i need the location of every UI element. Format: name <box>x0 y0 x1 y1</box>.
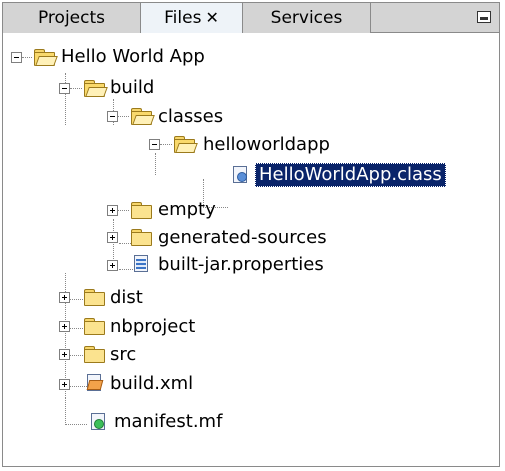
tree-item-manifest-mf[interactable]: manifest.mf <box>114 410 222 434</box>
folder-icon <box>130 201 152 219</box>
ant-build-file-icon <box>83 374 105 392</box>
folder-open-icon <box>33 48 58 66</box>
tab-projects[interactable]: Projects <box>3 3 141 33</box>
file-tree: Hello World App build classes helloworld… <box>3 33 499 468</box>
tree-item-empty[interactable]: empty <box>158 198 216 222</box>
tab-projects-label: Projects <box>37 8 106 28</box>
class-file-icon <box>229 166 251 184</box>
tree-item-generated-sources[interactable]: generated-sources <box>158 226 327 250</box>
files-panel: Projects Files ✕ Services Hello World Ap… <box>2 2 500 467</box>
collapse-build-icon[interactable] <box>59 83 70 94</box>
folder-icon <box>83 345 105 363</box>
collapse-classes-icon[interactable] <box>107 111 118 122</box>
tree-item-build[interactable]: build <box>110 76 154 100</box>
collapse-helloworldapp-icon[interactable] <box>149 139 160 150</box>
folder-icon <box>83 317 105 335</box>
expand-built-jar-properties-icon[interactable] <box>107 260 118 271</box>
tree-item-root[interactable]: Hello World App <box>61 45 205 69</box>
expand-empty-icon[interactable] <box>107 205 118 216</box>
tab-bar: Projects Files ✕ Services <box>3 3 499 33</box>
folder-open-icon <box>173 135 198 153</box>
expand-nbproject-icon[interactable] <box>59 321 70 332</box>
expand-dist-icon[interactable] <box>59 292 70 303</box>
folder-icon <box>130 228 152 246</box>
folder-open-icon <box>130 107 155 125</box>
tree-item-src[interactable]: src <box>110 343 136 367</box>
tree-item-nbproject[interactable]: nbproject <box>110 315 195 339</box>
tab-services-label: Services <box>270 8 343 28</box>
minimize-window-icon[interactable] <box>477 11 491 23</box>
expand-src-icon[interactable] <box>59 349 70 360</box>
tab-files[interactable]: Files ✕ <box>141 3 243 33</box>
collapse-root-icon[interactable] <box>11 52 22 63</box>
close-icon[interactable]: ✕ <box>205 8 218 27</box>
tab-files-label: Files <box>164 8 202 28</box>
tree-item-dist[interactable]: dist <box>110 286 143 310</box>
tree-item-classes[interactable]: classes <box>158 105 223 129</box>
expand-generated-sources-icon[interactable] <box>107 232 118 243</box>
tree-item-helloworldapp[interactable]: helloworldapp <box>203 133 330 157</box>
folder-icon <box>83 288 105 306</box>
manifest-file-icon <box>87 413 109 431</box>
tree-item-helloworldapp-class[interactable]: HelloWorldApp.class <box>255 163 446 187</box>
expand-build-xml-icon[interactable] <box>59 379 70 390</box>
tree-item-build-xml[interactable]: build.xml <box>110 372 193 396</box>
tab-services[interactable]: Services <box>243 3 371 33</box>
properties-file-icon <box>130 255 152 273</box>
folder-open-icon <box>83 79 108 97</box>
tree-item-built-jar-properties[interactable]: built-jar.properties <box>158 253 324 277</box>
